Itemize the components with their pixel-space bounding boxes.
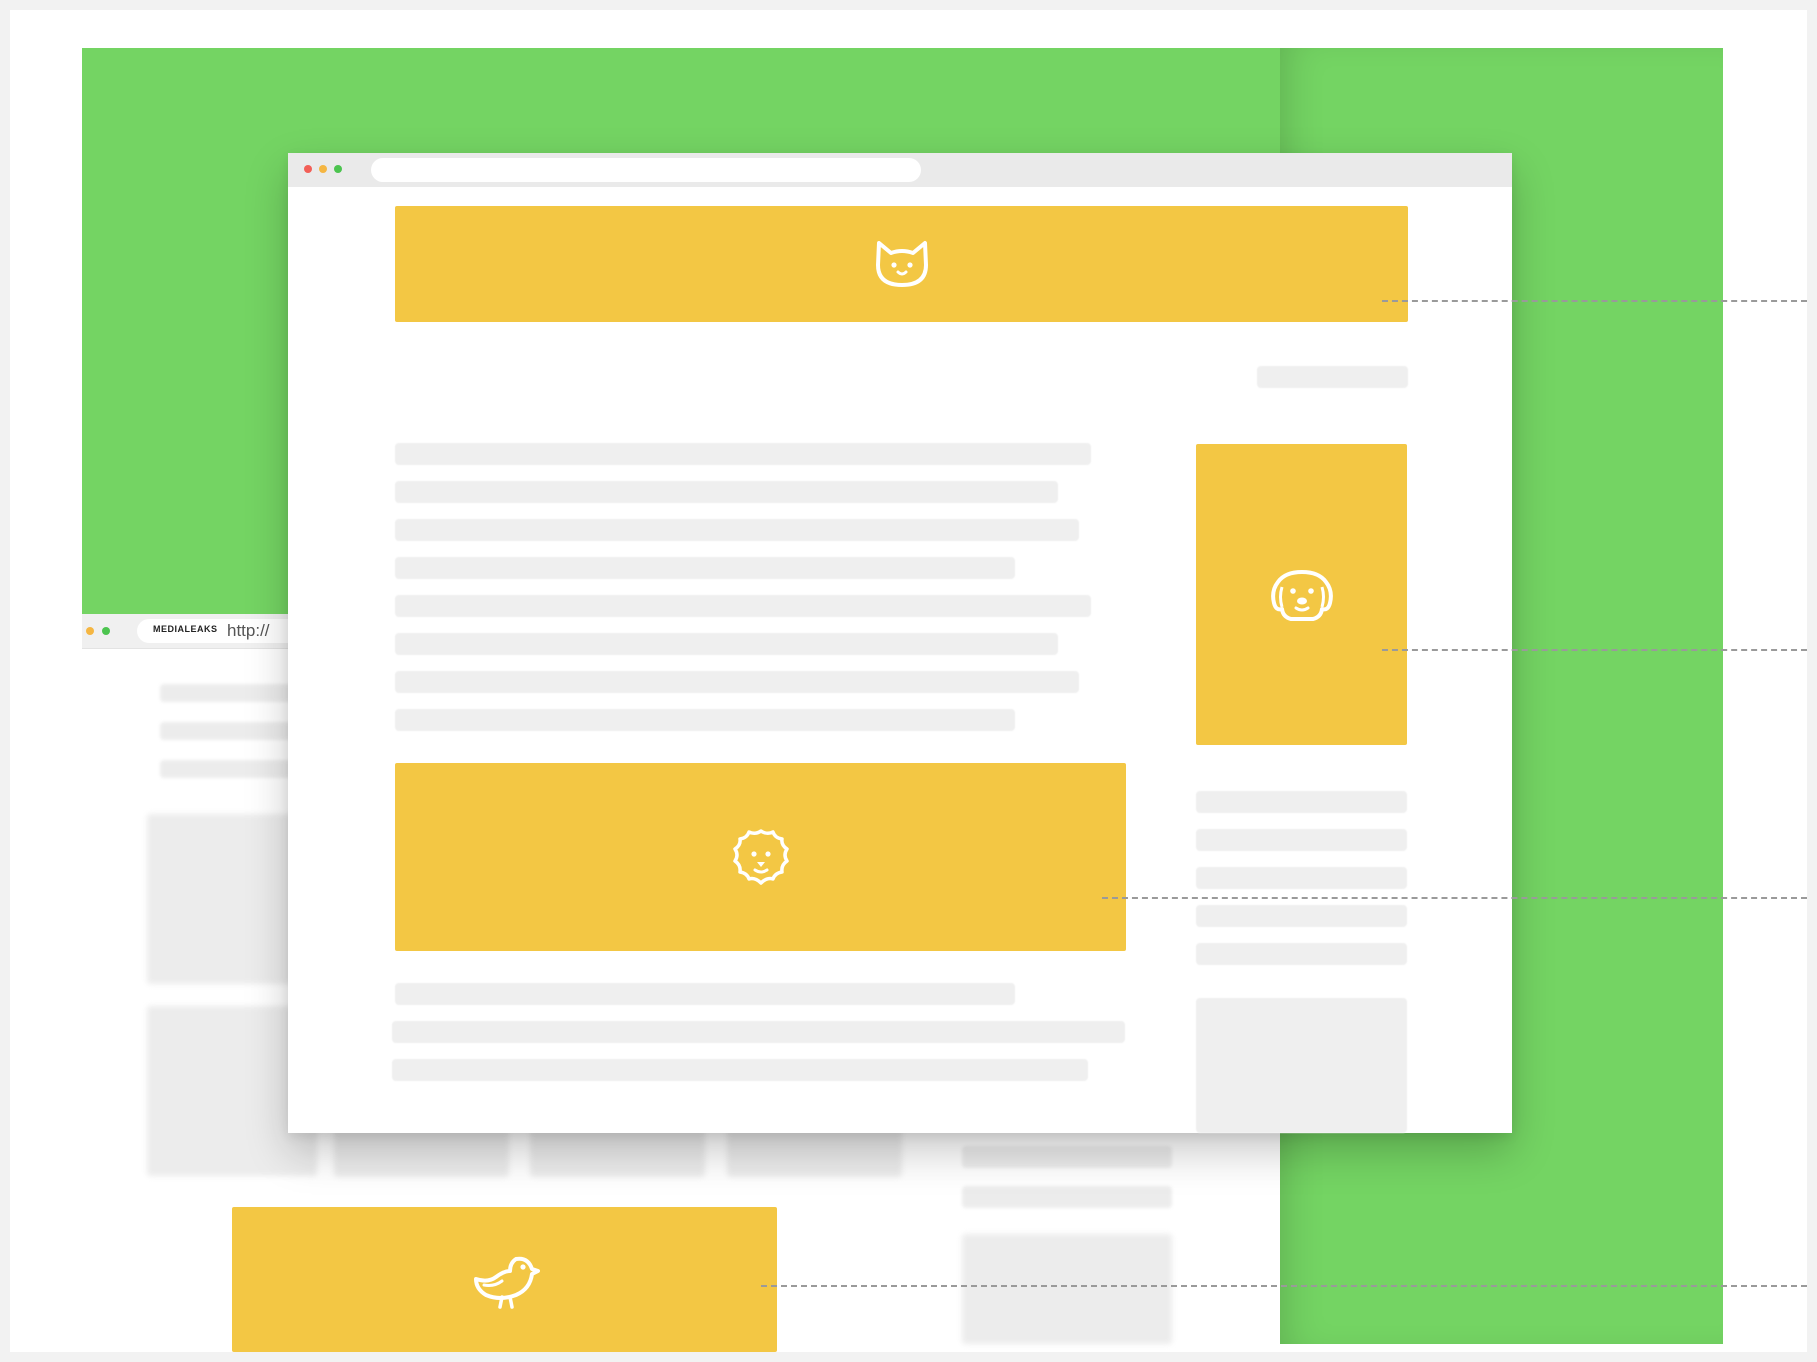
- text-placeholder: [395, 983, 1015, 1005]
- text-placeholder: [1196, 943, 1407, 965]
- illustration-canvas: MEDIALEAKS http://: [10, 10, 1807, 1352]
- callout-line-bottom-banner: [761, 1285, 1807, 1287]
- text-placeholder: [392, 1059, 1088, 1081]
- text-placeholder: [1257, 366, 1408, 388]
- text-placeholder: [395, 557, 1015, 579]
- text-placeholder: [1196, 829, 1407, 851]
- sidebar-content-block: [1196, 998, 1407, 1133]
- text-placeholder: [395, 709, 1015, 731]
- bird-icon: [473, 1256, 540, 1309]
- cat-icon: [875, 241, 928, 287]
- text-placeholder: [395, 671, 1079, 693]
- url-text: http://: [227, 621, 270, 640]
- close-dot-icon[interactable]: [304, 165, 312, 173]
- sidebar-ad-slot[interactable]: [1196, 444, 1407, 745]
- background-text-line: [962, 1146, 1172, 1168]
- minimize-dot-icon: [86, 627, 94, 635]
- maximize-dot-icon[interactable]: [334, 165, 342, 173]
- background-content-block: [962, 1234, 1172, 1344]
- medialeaks-logo: MEDIALEAKS: [153, 624, 218, 634]
- in-content-ad-slot[interactable]: [395, 763, 1126, 951]
- callout-line-in-content: [1102, 897, 1807, 899]
- foreground-browser-window: [288, 153, 1512, 1133]
- text-placeholder: [1196, 791, 1407, 813]
- background-text-line: [962, 1186, 1172, 1208]
- bottom-banner-ad-slot[interactable]: [232, 1207, 777, 1352]
- text-placeholder: [395, 443, 1091, 465]
- callout-line-sidebar: [1382, 649, 1807, 651]
- text-placeholder: [395, 595, 1091, 617]
- maximize-dot-icon: [102, 627, 110, 635]
- lion-icon: [732, 829, 789, 885]
- text-placeholder: [392, 1021, 1125, 1043]
- browser-toolbar: [288, 153, 1512, 187]
- text-placeholder: [395, 633, 1058, 655]
- dog-icon: [1270, 569, 1333, 621]
- text-placeholder: [1196, 867, 1407, 889]
- top-banner-ad-slot[interactable]: [395, 206, 1408, 322]
- text-placeholder: [1196, 905, 1407, 927]
- callout-line-top-banner: [1382, 300, 1807, 302]
- text-placeholder: [395, 481, 1058, 503]
- minimize-dot-icon[interactable]: [319, 165, 327, 173]
- text-placeholder: [395, 519, 1079, 541]
- address-bar[interactable]: [371, 158, 921, 182]
